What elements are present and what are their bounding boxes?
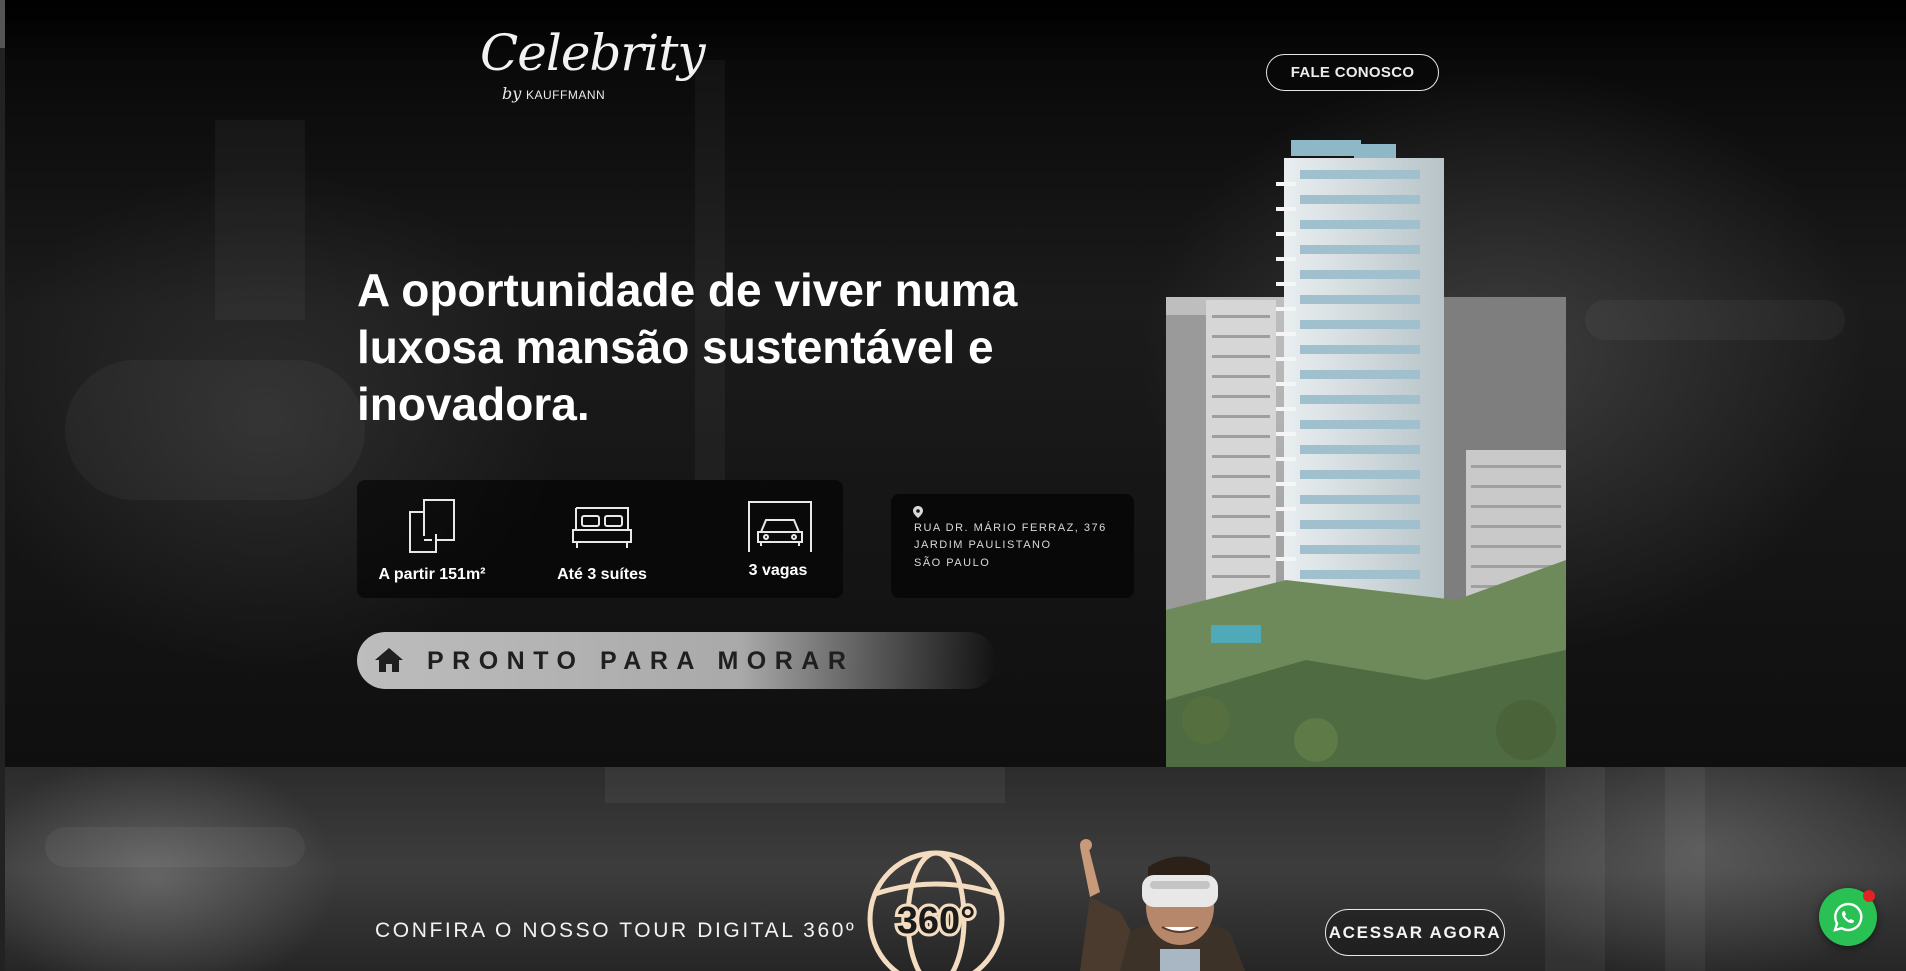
address-line-2: JARDIM PAULISTANO <box>914 539 1052 551</box>
hero-section: Celebrity by KAUFFMANN FALE CONOSCO A op… <box>5 0 1906 767</box>
feature-area-label: A partir 151m² <box>378 566 486 583</box>
features-panel: A partir 151m² Até 3 suítes 3 vagas <box>357 480 843 598</box>
tour-text: CONFIRA O NOSSO TOUR DIGITAL 360º <box>375 919 857 942</box>
tour-section: CONFIRA O NOSSO TOUR DIGITAL 360º 360° A… <box>5 767 1906 971</box>
vr-headset-person <box>1080 839 1245 971</box>
location-pin-icon <box>913 506 923 518</box>
feature-suites-label: Até 3 suítes <box>557 566 647 583</box>
address-box: RUA DR. MÁRIO FERRAZ, 376 JARDIM PAULIST… <box>891 494 1134 598</box>
address-line-3: SÃO PAULO <box>914 557 991 569</box>
address-line-1: RUA DR. MÁRIO FERRAZ, 376 <box>914 522 1107 534</box>
vr-360-icon: 360° <box>867 850 1005 971</box>
celebrity-logo[interactable]: Celebrity by KAUFFMANN <box>480 24 706 116</box>
floor-plan-icon <box>409 499 455 553</box>
tour-360-label: 360° <box>897 900 976 942</box>
hero-headline: A oportunidade de viver numa luxosa mans… <box>357 264 1018 430</box>
notification-dot <box>1863 890 1875 902</box>
feature-parking: 3 vagas <box>703 480 853 598</box>
bed-icon <box>572 507 632 548</box>
home-icon <box>375 648 403 672</box>
ready-to-move-banner: PRONTO PARA MORAR <box>357 632 997 689</box>
logo-by: by <box>502 84 522 103</box>
car-icon <box>748 501 812 552</box>
contact-button[interactable]: FALE CONOSCO <box>1266 54 1439 91</box>
landing-page: Celebrity by KAUFFMANN FALE CONOSCO A op… <box>0 0 1906 971</box>
feature-area: A partir 151m² <box>357 480 507 598</box>
whatsapp-icon <box>1833 902 1863 932</box>
access-tour-button[interactable]: ACESSAR AGORA <box>1325 909 1505 956</box>
logo-script: Celebrity <box>480 24 706 82</box>
logo-brand: KAUFFMANN <box>526 88 606 102</box>
ready-to-move-label: PRONTO PARA MORAR <box>427 647 855 675</box>
whatsapp-button[interactable] <box>1819 888 1877 946</box>
building-photo <box>1166 140 1566 767</box>
feature-suites: Até 3 suítes <box>527 480 677 598</box>
feature-parking-label: 3 vagas <box>748 562 808 579</box>
